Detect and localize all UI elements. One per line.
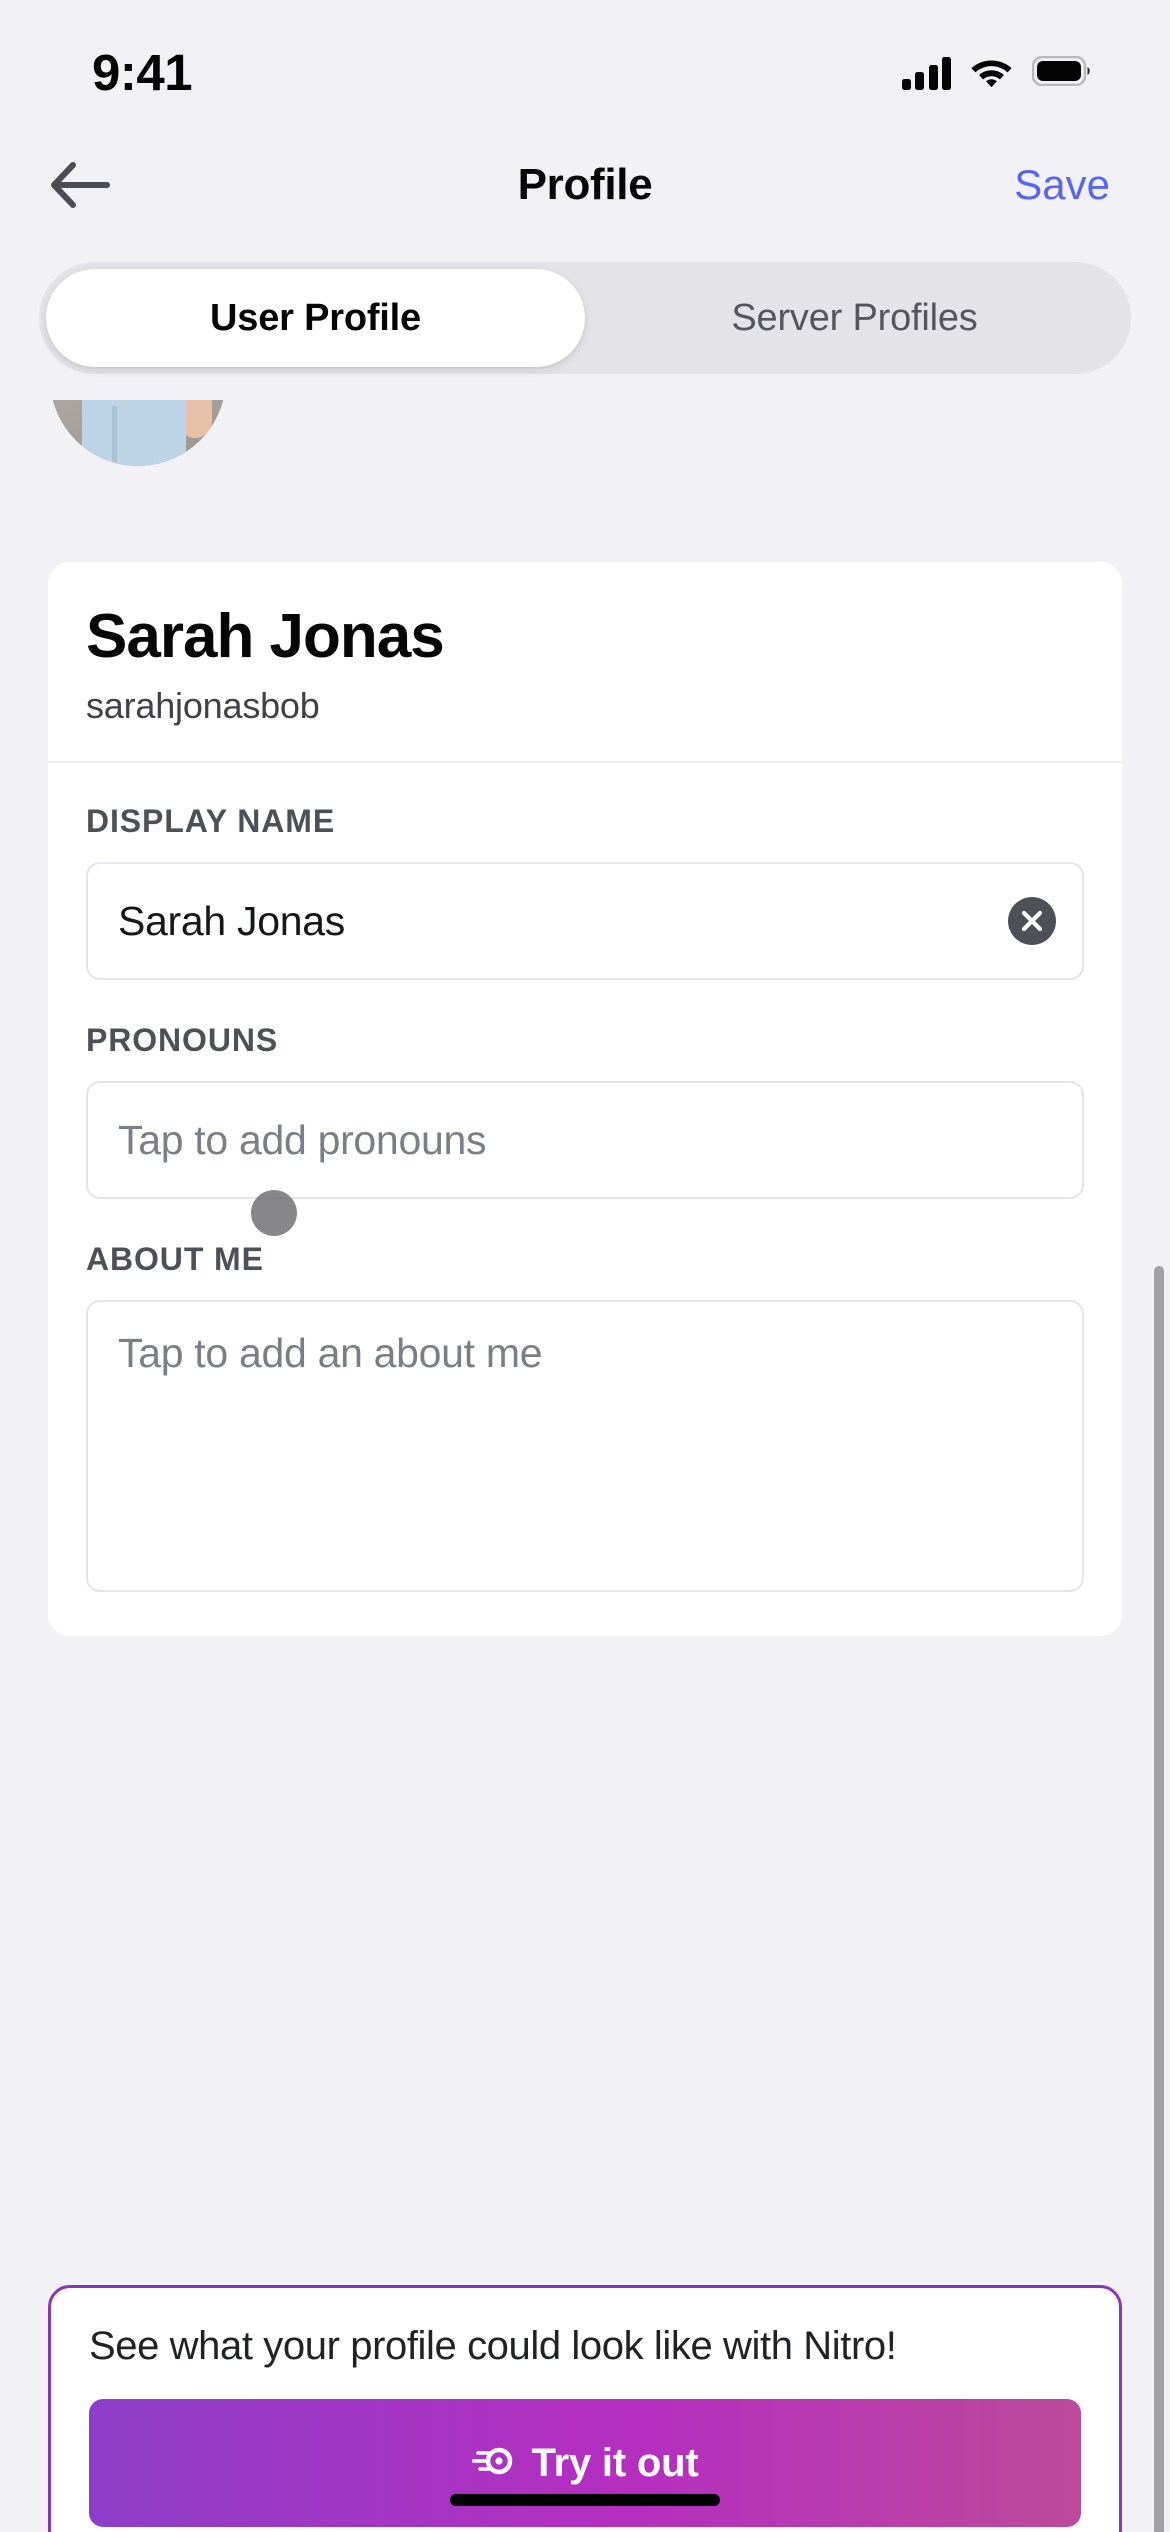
nitro-promo-text: See what your profile could look like wi… <box>89 2324 897 2368</box>
scrollbar-thumb[interactable] <box>1154 1266 1164 2532</box>
cellular-signal-icon <box>901 56 951 90</box>
tab-server-profiles[interactable]: Server Profiles <box>585 269 1124 367</box>
page-title: Profile <box>517 160 653 209</box>
pronouns-input[interactable]: Tap to add pronouns <box>86 1081 1084 1200</box>
pronouns-label: PRONOUNS <box>86 1022 279 1059</box>
identity-header: Sarah Jonas sarahjonasbob <box>48 562 1122 764</box>
try-it-out-button[interactable]: Try it out <box>89 2399 1081 2527</box>
user-avatar-image[interactable] <box>50 400 226 466</box>
profile-scroll-area[interactable]: Sarah Jonas sarahjonasbob DISPLAY NAME S… <box>0 400 1170 2532</box>
battery-icon <box>1031 55 1092 91</box>
pronouns-placeholder: Tap to add pronouns <box>118 1116 487 1163</box>
display-name-label: DISPLAY NAME <box>86 803 336 840</box>
about-me-placeholder: Tap to add an about me <box>118 1330 543 1377</box>
tab-user-profile[interactable]: User Profile <box>46 269 585 367</box>
profile-display-name: Sarah Jonas <box>86 602 445 671</box>
nitro-boost-icon <box>471 2444 514 2483</box>
profile-card: Sarah Jonas sarahjonasbob DISPLAY NAME S… <box>48 562 1122 1637</box>
profile-username: sarahjonasbob <box>86 685 320 727</box>
clear-circle-x-icon[interactable] <box>1008 897 1056 946</box>
avatar-row <box>0 400 1170 500</box>
vertical-scrollbar[interactable] <box>1154 1266 1164 2532</box>
status-bar-time: 9:41 <box>92 43 193 101</box>
navigation-bar: Profile Save <box>0 130 1170 240</box>
status-bar-icons <box>901 55 1093 92</box>
wifi-icon <box>970 55 1013 92</box>
about-me-input[interactable]: Tap to add an about me <box>86 1300 1084 1593</box>
profile-fields: DISPLAY NAME Sarah Jonas PRONOUNS Tap to… <box>48 763 1122 1636</box>
display-name-value: Sarah Jonas <box>118 897 345 944</box>
about-me-label: ABOUT ME <box>86 1241 264 1278</box>
home-indicator <box>450 2494 720 2506</box>
display-name-input[interactable]: Sarah Jonas <box>86 862 1084 981</box>
status-bar: 9:41 <box>0 0 1170 130</box>
profile-tab-selector: User Profile Server Profiles <box>39 262 1131 374</box>
try-it-out-label: Try it out <box>531 2440 699 2485</box>
